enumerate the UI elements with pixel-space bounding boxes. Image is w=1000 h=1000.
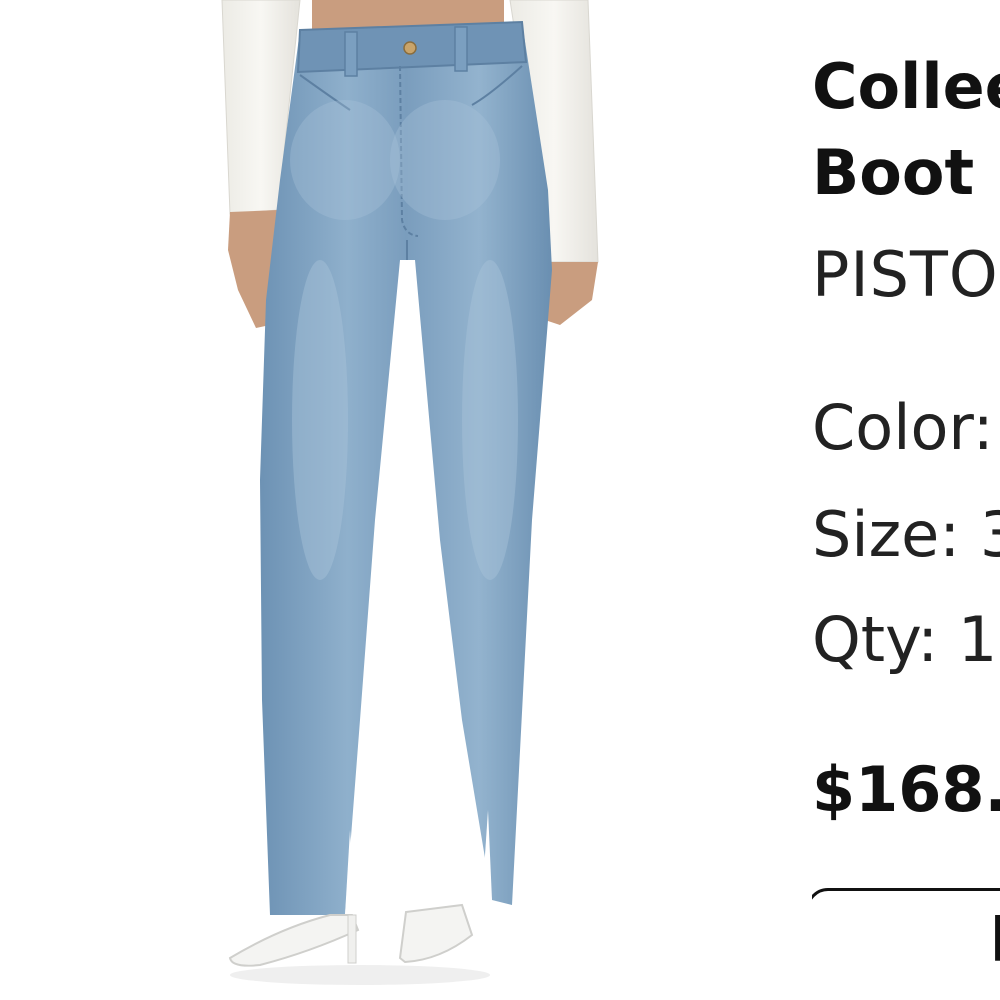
product-color: Color:: [812, 391, 994, 464]
remove-button-label: R: [989, 905, 1000, 975]
product-quantity: Qty: 1: [812, 603, 998, 676]
product-title-line-2[interactable]: Boot: [812, 138, 974, 208]
product-title-line-1[interactable]: Collee: [812, 52, 1000, 122]
product-size: Size: 3: [812, 498, 1000, 571]
product-page: Collee Boot PISTO Color: Size: 3 Qty: 1 …: [0, 0, 1000, 1000]
remove-button[interactable]: R: [812, 888, 1000, 1000]
product-image[interactable]: [200, 0, 630, 1000]
product-info-panel: Collee Boot PISTO Color: Size: 3 Qty: 1 …: [812, 0, 1000, 1000]
product-price: $168.0: [812, 753, 1000, 826]
product-brand: PISTO: [812, 238, 999, 311]
